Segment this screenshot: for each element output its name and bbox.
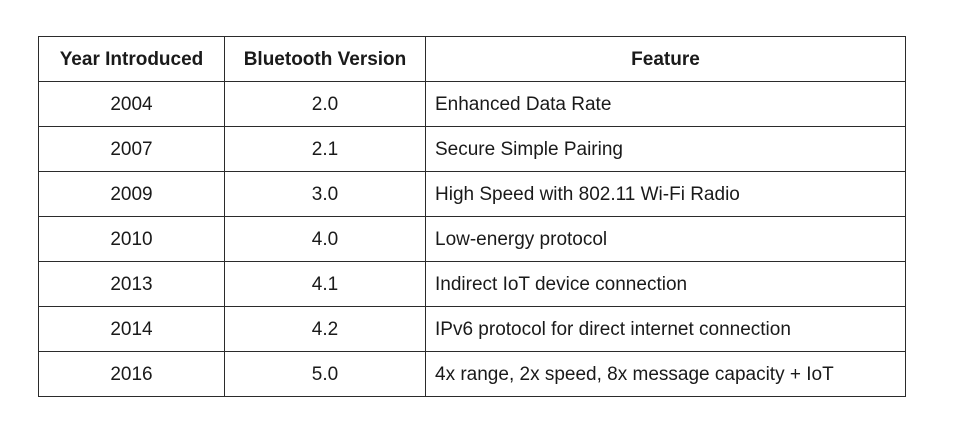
table-row: 2014 4.2 IPv6 protocol for direct intern…: [38, 306, 906, 352]
version-cell: 3.0: [224, 171, 426, 217]
year-cell: 2007: [38, 126, 225, 172]
header-feature: Feature: [425, 36, 906, 82]
year-cell: 2016: [38, 351, 225, 397]
table-row: 2016 5.0 4x range, 2x speed, 8x message …: [38, 351, 906, 397]
year-cell: 2004: [38, 81, 225, 127]
feature-cell: IPv6 protocol for direct internet connec…: [425, 306, 906, 352]
year-cell: 2013: [38, 261, 225, 307]
header-year-introduced: Year Introduced: [38, 36, 225, 82]
feature-cell: Low-energy protocol: [425, 216, 906, 262]
version-cell: 4.0: [224, 216, 426, 262]
version-cell: 4.2: [224, 306, 426, 352]
table-row: 2013 4.1 Indirect IoT device connection: [38, 261, 906, 307]
version-cell: 4.1: [224, 261, 426, 307]
table-row: 2004 2.0 Enhanced Data Rate: [38, 81, 906, 127]
table-row: 2010 4.0 Low-energy protocol: [38, 216, 906, 262]
feature-cell: High Speed with 802.11 Wi-Fi Radio: [425, 171, 906, 217]
header-bluetooth-version: Bluetooth Version: [224, 36, 426, 82]
version-cell: 5.0: [224, 351, 426, 397]
feature-cell: Secure Simple Pairing: [425, 126, 906, 172]
bluetooth-versions-table: Year Introduced Bluetooth Version Featur…: [38, 36, 906, 397]
header-row: Year Introduced Bluetooth Version Featur…: [38, 36, 906, 82]
feature-cell: Enhanced Data Rate: [425, 81, 906, 127]
year-cell: 2009: [38, 171, 225, 217]
version-cell: 2.1: [224, 126, 426, 172]
feature-cell: Indirect IoT device connection: [425, 261, 906, 307]
table-row: 2007 2.1 Secure Simple Pairing: [38, 126, 906, 172]
version-cell: 2.0: [224, 81, 426, 127]
table-row: 2009 3.0 High Speed with 802.11 Wi-Fi Ra…: [38, 171, 906, 217]
feature-cell: 4x range, 2x speed, 8x message capacity …: [425, 351, 906, 397]
year-cell: 2014: [38, 306, 225, 352]
year-cell: 2010: [38, 216, 225, 262]
table-header: Year Introduced Bluetooth Version Featur…: [38, 36, 906, 82]
table-body: 2004 2.0 Enhanced Data Rate 2007 2.1 Sec…: [38, 81, 906, 397]
